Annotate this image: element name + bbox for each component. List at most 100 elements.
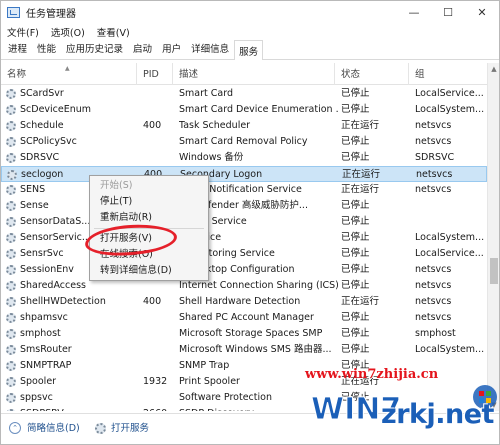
service-status: 已停止 xyxy=(341,152,370,163)
tab-users[interactable]: 用户 xyxy=(157,37,186,59)
context-menu-start[interactable]: 开始(S) xyxy=(100,179,132,193)
table-row[interactable]: SensrSvc r Monitoring Service 已停止 LocalServ… xyxy=(1,246,487,262)
service-status: 已停止 xyxy=(341,264,370,275)
service-group: netsvcs xyxy=(415,136,452,147)
service-pid xyxy=(143,134,173,150)
table-row[interactable]: SENS Event Notification Service 正在运行 netsvc… xyxy=(1,182,487,198)
service-status: 已停止 xyxy=(341,216,370,227)
scroll-thumb[interactable] xyxy=(490,258,498,284)
context-menu-stop[interactable]: 停止(T) xyxy=(100,195,132,209)
service-gear-icon xyxy=(6,281,16,291)
service-pid xyxy=(143,310,173,326)
column-header-group[interactable]: 组 xyxy=(409,63,487,85)
column-header-description[interactable]: 描述 xyxy=(173,63,335,85)
task-manager-window: 任务管理器 — ☐ ✕ 文件(F) 选项(O) 查看(V) 进程 性能 应用历史… xyxy=(0,0,500,445)
vertical-scrollbar[interactable]: ▲ ▼ xyxy=(487,63,499,411)
service-name: Schedule xyxy=(20,120,64,131)
column-header-status[interactable]: 状态 xyxy=(335,63,409,85)
window-title: 任务管理器 xyxy=(26,8,76,20)
services-list: SCardSvr Smart Card 已停止 LocalService... ScDe… xyxy=(1,85,487,411)
tab-bar: 进程 性能 应用历史记录 启动 用户 详细信息 服务 xyxy=(1,40,499,60)
table-row[interactable]: SDRSVC Windows 备份 已停止 SDRSVC xyxy=(1,150,487,166)
service-gear-icon xyxy=(6,89,16,99)
service-group: netsvcs xyxy=(416,169,453,180)
tab-performance[interactable]: 性能 xyxy=(32,37,61,59)
service-description: Smart Card Device Enumeration ... xyxy=(179,104,339,115)
service-status: 正在运行 xyxy=(341,184,380,195)
service-description: Smart Card xyxy=(179,88,233,99)
service-gear-icon xyxy=(6,121,16,131)
service-name: SSDPSRV xyxy=(20,406,135,411)
table-row[interactable]: SensorServic...r Service已停止LocalSystem..… xyxy=(1,230,487,246)
service-group: netsvcs xyxy=(415,264,452,275)
service-status: 已停止 xyxy=(341,280,370,291)
open-services-link[interactable]: 打开服务 xyxy=(111,420,149,434)
table-row[interactable]: SCardSvr Smart Card 已停止 LocalService... xyxy=(1,86,487,102)
service-group: LocalSystem... xyxy=(415,232,485,243)
service-group: netsvcs xyxy=(415,184,452,195)
table-row[interactable]: SensorDataS... r Data Service 已停止 xyxy=(1,214,487,230)
service-gear-icon xyxy=(6,345,16,355)
service-name: ShellHWDetection xyxy=(20,296,106,307)
service-pid: 400 xyxy=(143,296,162,307)
service-pid: 2660 xyxy=(143,406,173,411)
table-row[interactable]: Schedule 400 Task Scheduler 正在运行 netsvcs xyxy=(1,118,487,134)
service-gear-icon xyxy=(6,297,16,307)
service-name: Spooler xyxy=(20,376,57,387)
table-row[interactable]: SharedAccess Internet Connection Sharing … xyxy=(1,278,487,294)
watermark-site: zrkj.net xyxy=(381,399,494,430)
service-description: Task Scheduler xyxy=(179,120,251,131)
context-menu-restart[interactable]: 重新启动(R) xyxy=(100,211,152,225)
collapse-arrow-icon[interactable]: ⌃ xyxy=(9,422,21,434)
table-row[interactable]: shpamsvc Shared PC Account Manager 已停止 nets… xyxy=(1,310,487,326)
service-gear-icon xyxy=(6,105,16,115)
service-group: netsvcs xyxy=(415,120,452,131)
fewer-details-link[interactable]: 简略信息(D) xyxy=(27,420,80,434)
service-gear-icon xyxy=(6,249,16,259)
service-pid: 1932 xyxy=(143,376,168,387)
service-gear-icon xyxy=(6,153,16,163)
table-row[interactable]: seclogon400Secondary Logon正在运行netsvcs xyxy=(1,166,487,182)
service-status: 正在运行 xyxy=(341,120,380,131)
service-gear-icon xyxy=(6,185,16,195)
service-gear-icon xyxy=(6,313,16,323)
service-description: Smart Card Removal Policy xyxy=(179,136,308,147)
tab-details[interactable]: 详细信息 xyxy=(186,37,234,59)
table-row[interactable]: SessionEnv e Desktop Configuration 已停止 nets… xyxy=(1,262,487,278)
service-gear-icon xyxy=(6,217,16,227)
window-controls: — ☐ ✕ xyxy=(397,1,499,23)
service-description: Windows 备份 xyxy=(179,152,244,163)
service-name: ScDeviceEnum xyxy=(20,104,92,115)
table-row[interactable]: Sense ws Defender 高级威胁防护... 已停止 xyxy=(1,198,487,214)
service-status: 已停止 xyxy=(341,136,370,147)
close-button[interactable]: ✕ xyxy=(465,1,499,23)
service-gear-icon xyxy=(6,233,16,243)
table-row[interactable]: SmsRouter Microsoft Windows SMS 路由器... 已停止… xyxy=(1,342,487,358)
service-name: SDRSVC xyxy=(20,152,60,163)
minimize-button[interactable]: — xyxy=(397,1,431,23)
scroll-up-icon[interactable]: ▲ xyxy=(488,63,500,75)
service-description: Microsoft Windows SMS 路由器... xyxy=(179,344,332,355)
maximize-button[interactable]: ☐ xyxy=(431,1,465,23)
service-pid xyxy=(143,358,173,374)
column-header-name[interactable]: 名称 xyxy=(1,63,137,85)
service-status: 已停止 xyxy=(341,312,370,323)
table-row[interactable]: ScDeviceEnum Smart Card Device Enumeratio… xyxy=(1,102,487,118)
table-row[interactable]: ShellHWDetection 400 Shell Hardware Detect… xyxy=(1,294,487,310)
context-menu-go-to-details[interactable]: 转到详细信息(D) xyxy=(100,264,172,278)
service-status: 已停止 xyxy=(341,344,370,355)
service-group: LocalService... xyxy=(415,248,484,259)
tab-app-history[interactable]: 应用历史记录 xyxy=(61,37,128,59)
service-group: LocalService... xyxy=(415,88,484,99)
table-row[interactable]: SCPolicySvc Smart Card Removal Policy 已停止 n… xyxy=(1,134,487,150)
service-group: smphost xyxy=(415,328,456,339)
table-row[interactable]: smphost Microsoft Storage Spaces SMP 已停止 sm… xyxy=(1,326,487,342)
tab-startup[interactable]: 启动 xyxy=(128,37,157,59)
service-name: sppsvc xyxy=(20,392,53,403)
tab-processes[interactable]: 进程 xyxy=(3,37,32,59)
service-gear-icon xyxy=(6,393,16,403)
tab-services[interactable]: 服务 xyxy=(234,40,264,60)
services-gear-icon xyxy=(95,423,106,434)
column-header-pid[interactable]: PID xyxy=(137,63,173,85)
service-gear-icon xyxy=(6,377,16,387)
